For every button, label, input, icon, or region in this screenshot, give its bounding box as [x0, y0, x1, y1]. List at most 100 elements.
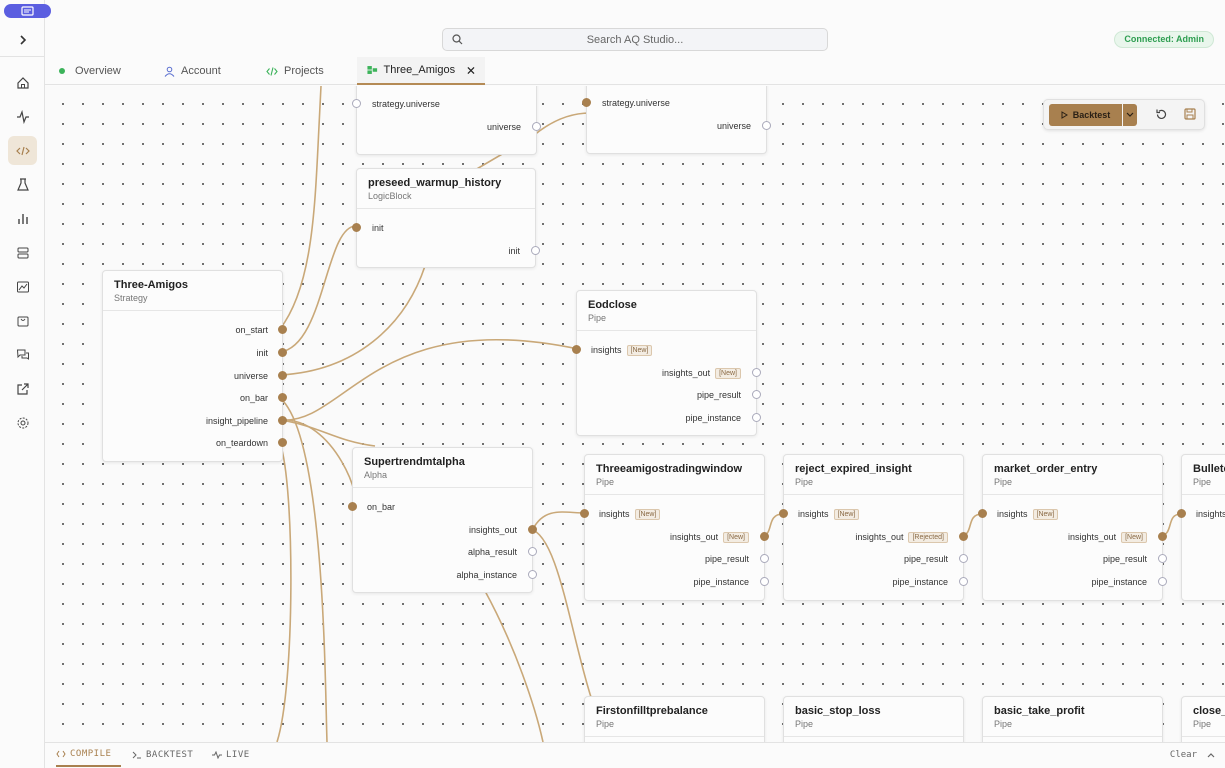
- output-handle[interactable]: [760, 577, 769, 586]
- node-universe-a[interactable]: strategy.universe universe: [352, 86, 541, 155]
- sidebar-item-charts[interactable]: [8, 204, 37, 233]
- output-handle[interactable]: [959, 577, 968, 586]
- node-close[interactable]: close_ Pipe: [1181, 696, 1225, 742]
- output-handle[interactable]: [278, 371, 287, 380]
- output-handle[interactable]: [752, 368, 761, 377]
- port-label: pipe_instance: [685, 413, 741, 423]
- sidebar-item-performance[interactable]: [8, 272, 37, 301]
- node-reject-expired-insight[interactable]: reject_expired_insight Pipe insights [New]…: [779, 454, 968, 601]
- output-handle[interactable]: [528, 547, 537, 556]
- output-handle[interactable]: [278, 393, 287, 402]
- port-label: pipe_result: [903, 554, 948, 564]
- backtest-label: Backtest: [1072, 110, 1111, 120]
- port-row: insights_out [New]: [670, 532, 749, 544]
- output-handle[interactable]: [278, 416, 287, 425]
- node-eodclose[interactable]: Eodclose Pipe insights [New] insights_out […: [572, 290, 761, 436]
- port-label: strategy.universe: [372, 99, 440, 109]
- tab-three-amigos[interactable]: Three_Amigos: [357, 57, 485, 85]
- output-handle[interactable]: [528, 570, 537, 579]
- output-handle[interactable]: [1158, 577, 1167, 586]
- node-three-amigos-strategy[interactable]: Three-Amigos Strategy on_start init unive…: [102, 270, 287, 462]
- search-input[interactable]: Search AQ Studio...: [442, 28, 828, 51]
- input-handle[interactable]: [582, 98, 591, 107]
- sidebar-item-settings[interactable]: [8, 408, 37, 437]
- tab-live[interactable]: LIVE: [212, 743, 250, 767]
- output-handle[interactable]: [278, 438, 287, 447]
- output-handle[interactable]: [528, 525, 537, 534]
- sidebar-item-storage[interactable]: [8, 238, 37, 267]
- chevron-right-icon: [19, 34, 26, 45]
- node-supertrendmtalpha[interactable]: Supertrendmtalpha Alpha on_bar insights_o…: [348, 447, 537, 593]
- app-switcher-pill[interactable]: [4, 4, 51, 18]
- input-handle[interactable]: [572, 345, 581, 354]
- tab-backtest[interactable]: BACKTEST: [132, 743, 193, 767]
- expand-sidebar-button[interactable]: [8, 25, 37, 54]
- flask-icon: [16, 177, 29, 191]
- output-handle[interactable]: [1158, 554, 1167, 563]
- tab-account[interactable]: Account: [164, 57, 221, 85]
- node-title: market_order_entry: [994, 463, 1098, 475]
- sidebar-item-lab[interactable]: [8, 170, 37, 199]
- port-row: insights [New]: [798, 509, 860, 521]
- node-bulletc[interactable]: Bulletc Pipe insights: [1177, 454, 1225, 601]
- input-handle[interactable]: [352, 223, 361, 232]
- search-placeholder: Search AQ Studio...: [586, 34, 684, 46]
- node-title: Bulletc: [1193, 463, 1225, 475]
- node-market-order-entry[interactable]: market_order_entry Pipe insights [New] ins…: [978, 454, 1167, 601]
- port-label: insights_out: [1068, 532, 1117, 542]
- node-firstonfilltprebalance[interactable]: Firstonfilltprebalance Pipe: [584, 696, 765, 742]
- port-label: insights_out: [855, 532, 904, 542]
- backtest-dropdown-button[interactable]: [1123, 104, 1137, 126]
- output-handle[interactable]: [752, 413, 761, 422]
- port-label: universe: [716, 121, 751, 131]
- input-handle[interactable]: [348, 502, 357, 511]
- output-handle[interactable]: [760, 554, 769, 563]
- refresh-icon[interactable]: [1155, 108, 1168, 121]
- node-preseed-warmup-history[interactable]: preseed_warmup_history LogicBlock init in…: [352, 168, 540, 268]
- tab-compile[interactable]: COMPILE: [56, 743, 122, 767]
- input-handle[interactable]: [978, 509, 987, 518]
- node-threeamigostradingwindow[interactable]: Threeamigostradingwindow Pipe insights [Ne…: [580, 454, 769, 601]
- port-label: strategy.universe: [602, 98, 670, 108]
- sidebar-item-external[interactable]: [8, 374, 37, 403]
- input-handle[interactable]: [1177, 509, 1186, 518]
- output-handle[interactable]: [762, 121, 771, 130]
- output-handle[interactable]: [959, 554, 968, 563]
- sidebar-item-code[interactable]: [8, 136, 37, 165]
- output-handle[interactable]: [760, 532, 769, 541]
- node-basic-stop-loss[interactable]: basic_stop_loss Pipe: [783, 696, 964, 742]
- node-title: Three-Amigos: [114, 279, 188, 291]
- output-handle[interactable]: [278, 348, 287, 357]
- chevron-down-icon: [1126, 112, 1134, 117]
- clear-button[interactable]: Clear: [1170, 750, 1197, 760]
- sidebar-item-home[interactable]: [8, 68, 37, 97]
- node-type: Pipe: [596, 719, 615, 729]
- port-label: alpha_instance: [456, 570, 517, 580]
- status-dot-icon: [59, 68, 65, 74]
- output-handle[interactable]: [532, 122, 541, 131]
- sidebar-item-activity[interactable]: [8, 102, 37, 131]
- node-title: preseed_warmup_history: [368, 177, 502, 189]
- port-label: init: [256, 348, 268, 358]
- output-handle[interactable]: [1158, 532, 1167, 541]
- flow-canvas[interactable]: Backtest strategy.universe universe stra…: [45, 86, 1225, 742]
- input-handle[interactable]: [352, 99, 361, 108]
- node-basic-take-profit[interactable]: basic_take_profit Pipe: [982, 696, 1163, 742]
- chevron-up-icon[interactable]: [1207, 752, 1215, 758]
- save-icon[interactable]: [1184, 108, 1196, 120]
- node-universe-b[interactable]: strategy.universe universe: [582, 86, 771, 154]
- sidebar-item-packages[interactable]: [8, 306, 37, 335]
- backtest-button[interactable]: Backtest: [1049, 104, 1122, 126]
- port-row: insights_out [Rejected]: [855, 532, 948, 544]
- output-handle[interactable]: [531, 246, 540, 255]
- close-icon[interactable]: [467, 66, 475, 75]
- sidebar-divider: [0, 56, 45, 57]
- output-handle[interactable]: [752, 390, 761, 399]
- tab-overview[interactable]: Overview: [59, 57, 121, 85]
- tab-projects[interactable]: Projects: [266, 57, 324, 85]
- sidebar-item-chat[interactable]: [8, 340, 37, 369]
- output-handle[interactable]: [278, 325, 287, 334]
- input-handle[interactable]: [779, 509, 788, 518]
- output-handle[interactable]: [959, 532, 968, 541]
- input-handle[interactable]: [580, 509, 589, 518]
